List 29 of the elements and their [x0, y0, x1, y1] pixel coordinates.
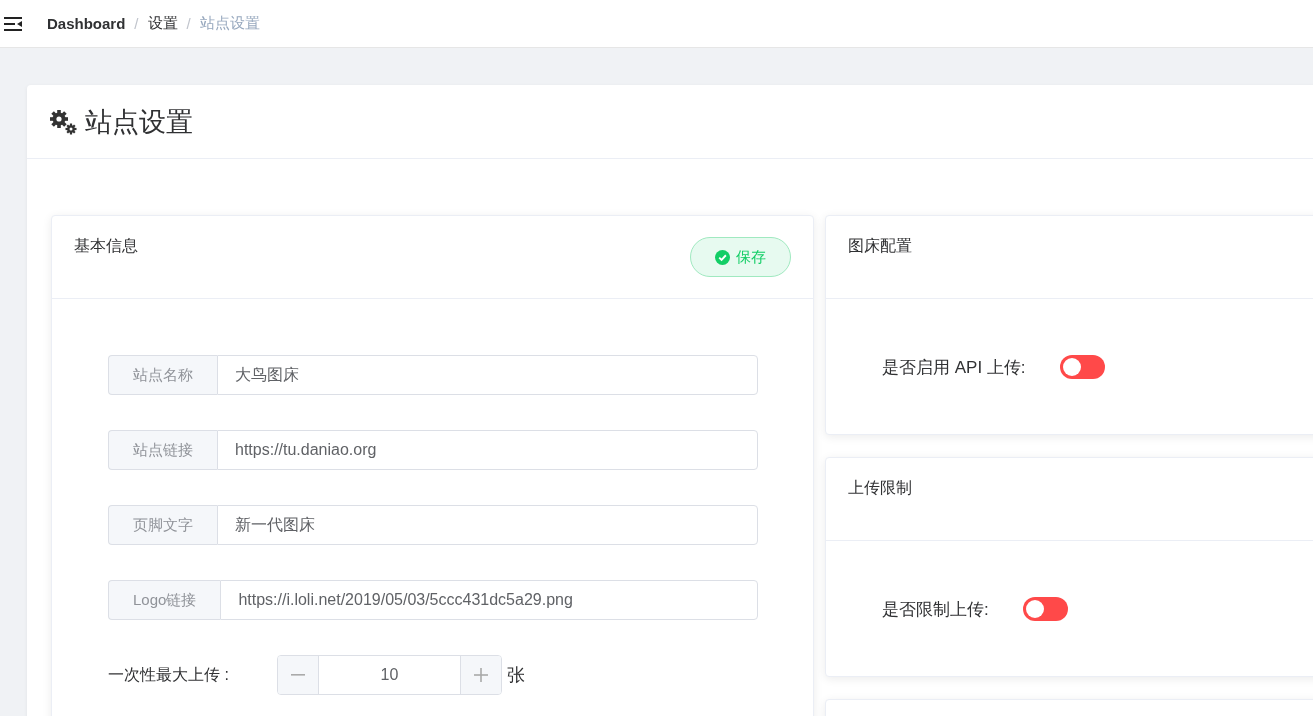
minus-icon [291, 674, 305, 676]
toggle-switch[interactable] [1059, 355, 1105, 379]
plus-icon [474, 668, 488, 682]
breadcrumb-link[interactable]: Dashboard [47, 15, 126, 32]
page-title: 站点设置 [85, 105, 193, 139]
breadcrumb-link[interactable]: 设置 [147, 14, 178, 33]
number-stepper[interactable]: 10 [277, 655, 502, 695]
field-label: 站点名称 [108, 355, 217, 395]
check-circle-icon [715, 249, 730, 265]
field-label: 一次性最大上传 : [108, 664, 230, 685]
input-field[interactable]: https://i.loli.net/2019/05/03/5ccc431dc5a29.png [220, 580, 758, 620]
input-field[interactable]: https://tu.daniao.org [217, 430, 758, 470]
increment-button[interactable] [460, 656, 501, 694]
input-field[interactable]: 新一代图床 [217, 505, 758, 545]
field-label: 页脚文字 [108, 505, 217, 545]
switch-label: 是否限制上传: [882, 598, 989, 621]
card-title: 上传限制 [848, 478, 912, 498]
unit-label: 张 [507, 664, 525, 687]
card-title: 基本信息 [74, 236, 138, 256]
breadcrumb-separator: / [134, 15, 139, 32]
menu-icon[interactable] [4, 16, 22, 31]
gears-icon [49, 108, 77, 135]
breadcrumb-separator: / [186, 15, 191, 32]
field-label: 站点链接 [108, 430, 217, 470]
switch-label: 是否启用 API 上传: [882, 356, 1026, 379]
card-title: 图床配置 [848, 236, 912, 256]
field-label: Logo链接 [108, 580, 221, 620]
toggle-switch[interactable] [1022, 597, 1068, 621]
input-field[interactable]: 大鸟图床 [217, 355, 758, 395]
